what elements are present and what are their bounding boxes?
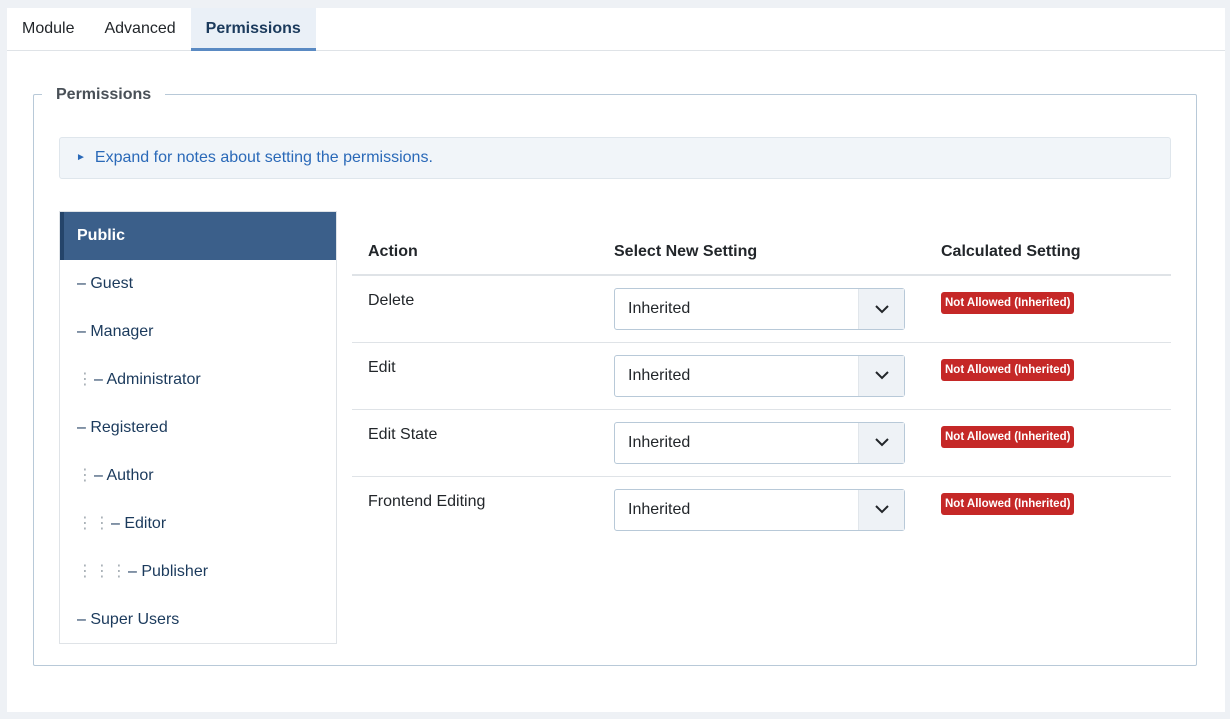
action-name: Delete [352,275,598,343]
group-item-public[interactable]: Public [60,212,336,260]
group-label: – Administrator [94,371,201,388]
table-row: Edit Inherited Not Allowed (Inherited) [352,342,1171,410]
group-item-manager[interactable]: – Manager [60,308,336,356]
tab-permissions[interactable]: Permissions [190,8,316,51]
tab-advanced[interactable]: Advanced [89,8,190,51]
calculated-setting-badge: Not Allowed (Inherited) [941,358,1075,381]
action-name: Edit [352,342,598,410]
header-calculated-setting: Calculated Setting [925,229,1171,276]
group-label: Public [77,227,126,244]
vertical-dots-icon: ⋮ [77,371,93,388]
chevron-down-icon [858,422,904,463]
select-value: Inherited [628,500,691,518]
vertical-dots-icon: ⋮ [77,467,93,484]
select-value: Inherited [628,366,691,384]
chevron-down-icon [858,289,904,329]
setting-select[interactable]: Inherited [614,488,905,531]
notes-toggle-label: Expand for notes about setting the permi… [94,149,433,166]
table-row: Frontend Editing Inherited Not Allowed (… [352,476,1171,543]
group-label: – Publisher [128,563,209,580]
group-label: – Manager [77,323,154,340]
group-item-publisher[interactable]: ⋮⋮⋮– Publisher [60,548,336,596]
table-row: Delete Inherited Not Allowed (Inherited) [352,275,1171,343]
header-select-new-setting: Select New Setting [598,229,925,276]
calculated-setting-badge: Not Allowed (Inherited) [941,425,1075,448]
header-action: Action [352,229,598,276]
user-group-list: Public – Guest – Manager ⋮– Administrato… [59,211,337,644]
action-name: Frontend Editing [368,492,486,510]
setting-select[interactable]: Inherited [614,421,905,464]
table-row: Edit State Inherited Not Allowed (Inheri… [352,409,1171,477]
table-header-row: Action Select New Setting Calculated Set… [352,229,1171,276]
setting-select[interactable]: Inherited [614,288,905,330]
module-edit-panel: Module Advanced Permissions Permissions … [7,8,1225,712]
calculated-setting-badge: Not Allowed (Inherited) [941,492,1075,515]
group-item-registered[interactable]: – Registered [60,404,336,452]
group-item-super-users[interactable]: – Super Users [60,596,336,644]
group-item-administrator[interactable]: ⋮– Administrator [60,356,336,404]
group-item-editor[interactable]: ⋮⋮– Editor [60,500,336,548]
group-item-author[interactable]: ⋮– Author [60,452,336,500]
group-label: – Author [94,467,154,484]
setting-select[interactable]: Inherited [614,354,905,397]
triangle-right-icon: ► [76,152,86,163]
group-label: – Guest [77,275,134,292]
permissions-notes-toggle[interactable]: ► Expand for notes about setting the perm… [59,137,1171,179]
select-value: Inherited [628,433,691,451]
group-label: – Super Users [77,611,180,628]
action-name: Edit State [352,409,598,477]
chevron-down-icon [858,489,904,530]
chevron-down-icon [858,355,904,396]
group-label: – Editor [111,515,167,532]
calculated-setting-badge: Not Allowed (Inherited) [941,292,1075,314]
select-value: Inherited [628,300,691,317]
tab-module[interactable]: Module [7,8,89,51]
permissions-table: Action Select New Setting Calculated Set… [352,229,1171,543]
vertical-dots-icon: ⋮⋮⋮ [77,563,127,580]
vertical-dots-icon: ⋮⋮ [77,515,110,532]
permissions-legend: Permissions [42,85,166,105]
tab-bar: Module Advanced Permissions [7,8,1225,51]
group-label: – Registered [77,419,168,436]
group-item-guest[interactable]: – Guest [60,260,336,308]
